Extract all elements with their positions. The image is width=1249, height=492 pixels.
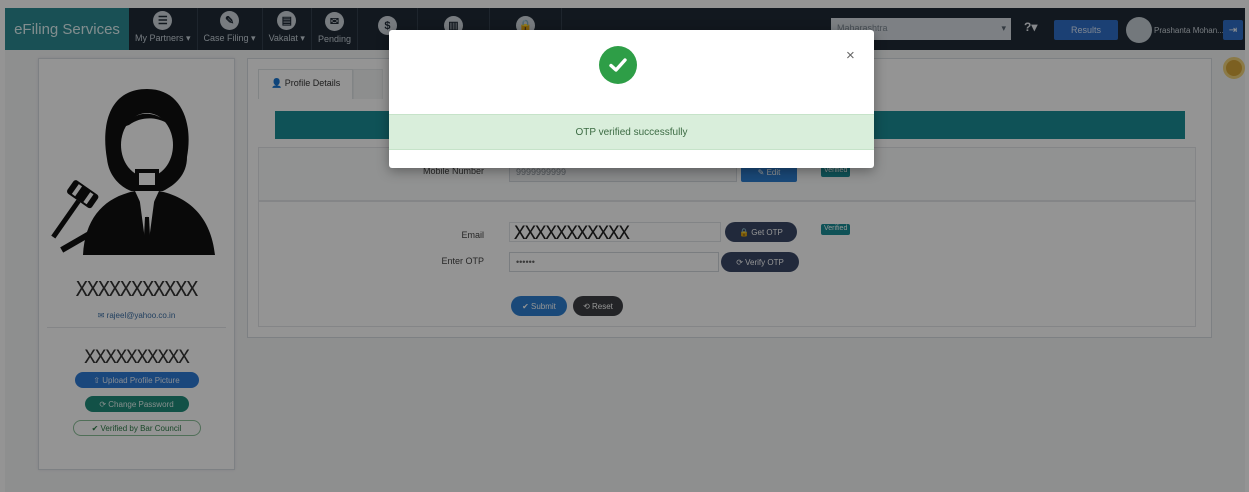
success-message: OTP verified successfully (389, 114, 874, 150)
otp-success-modal: × OTP verified successfully (389, 30, 874, 168)
close-modal-button[interactable]: × (846, 48, 855, 63)
success-check-icon (599, 46, 637, 84)
